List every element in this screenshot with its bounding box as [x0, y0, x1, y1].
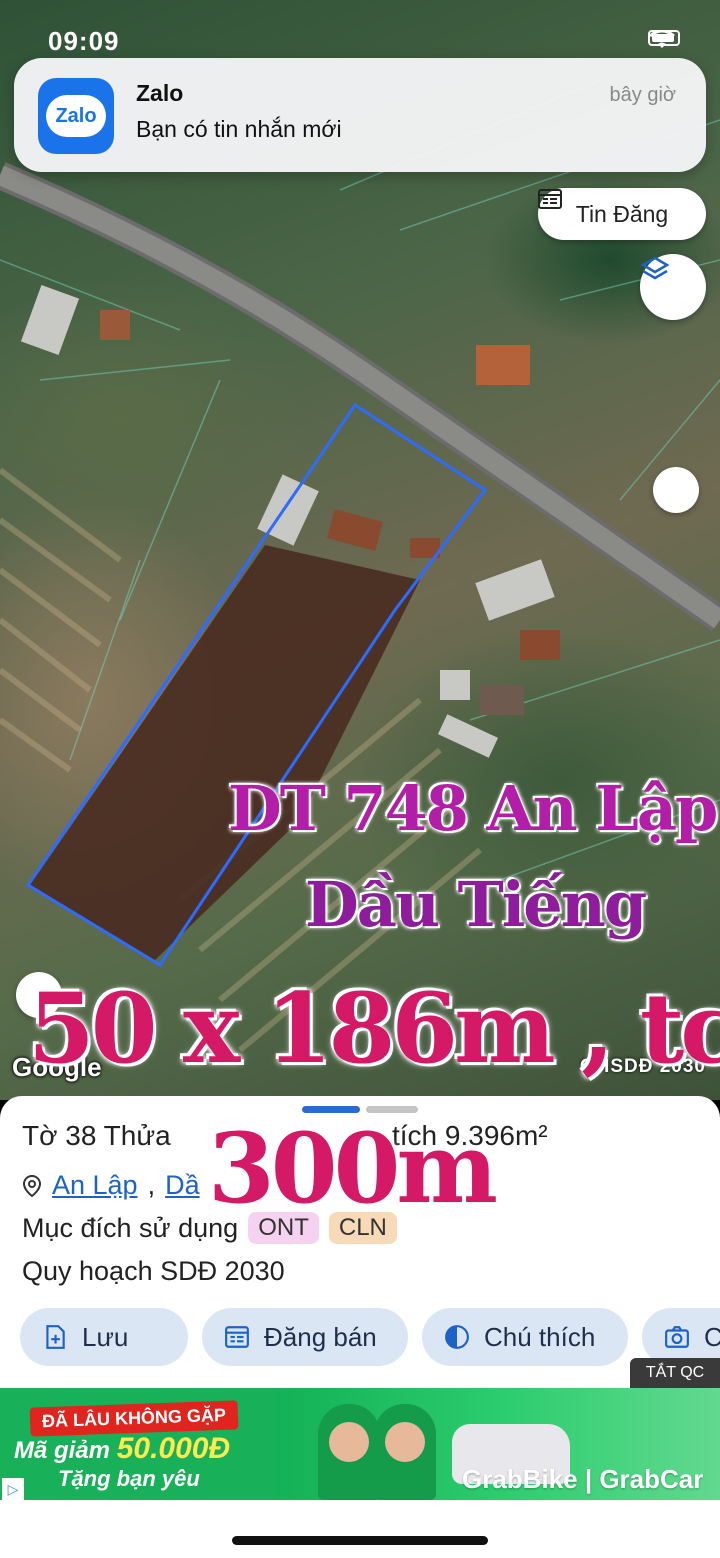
notification-message: Bạn có tin nhắn mới: [136, 116, 342, 142]
zalo-notification[interactable]: Zalo Zalo Bạn có tin nhắn mới bây giờ: [14, 58, 706, 172]
ad-promo-value: 50.000Đ: [116, 1432, 231, 1465]
status-time: 09:09: [48, 26, 120, 56]
overlay-text-dimensions: 50 x 186m , tc: [28, 972, 720, 1085]
layers-button[interactable]: [640, 254, 706, 320]
ad-brand: GrabBike | GrabCar: [462, 1464, 704, 1494]
legend-label: Chú thích: [484, 1321, 596, 1352]
overlay-text-length: 300m: [208, 1112, 498, 1225]
action-bar: Lưu Đăng bán Chú thích C: [20, 1308, 720, 1366]
tin-dang-button[interactable]: Tin Đăng: [538, 188, 706, 240]
ad-banner[interactable]: ĐÃ LÂU KHÔNG GẶP Mã giảm 50.000Đ Tặng bạ…: [0, 1388, 720, 1500]
post-sale-button[interactable]: Đăng bán: [202, 1308, 408, 1366]
close-ad-button[interactable]: TẮT QC: [630, 1358, 720, 1388]
post-sale-label: Đăng bán: [264, 1321, 377, 1352]
notification-app-name: Zalo: [136, 80, 184, 106]
ad-subtext: Tặng bạn yêu: [58, 1466, 200, 1491]
location-link-commune[interactable]: An Lập: [52, 1170, 138, 1201]
capture-label: C: [704, 1321, 720, 1352]
ad-promo-text: Mã giảm 50.000Đ: [14, 1432, 230, 1466]
save-button[interactable]: Lưu: [20, 1308, 188, 1366]
screen: 09:09 Tin Đăng Google QHSDĐ 2030 Zalo Za…: [0, 0, 720, 1558]
calendar-list-icon: [538, 189, 562, 209]
battery-icon: [648, 30, 680, 46]
status-icons: [648, 30, 680, 48]
home-indicator[interactable]: [232, 1536, 488, 1545]
parcel-title: Tờ 38 Thửa tích 9.396m²: [22, 1120, 548, 1152]
sheet-lot-label: Tờ 38 Thửa: [22, 1120, 171, 1151]
location-row: An Lập, Dầ: [22, 1170, 200, 1201]
listing-icon: [225, 1326, 249, 1348]
map-control-button[interactable]: [653, 467, 699, 513]
layers-icon: [640, 256, 670, 280]
home-indicator-area: [0, 1500, 720, 1558]
add-document-icon: [46, 1325, 65, 1349]
plan-label: Quy hoạch SDĐ 2030: [22, 1256, 285, 1286]
location-link-district[interactable]: Dầ: [165, 1170, 200, 1201]
purpose-label: Mục đích sử dụng: [22, 1212, 239, 1243]
ad-person-figure: [374, 1404, 436, 1500]
ad-person-figure: [318, 1404, 380, 1500]
notification-time: bây giờ: [609, 84, 676, 106]
zalo-logo-text: Zalo: [46, 95, 106, 137]
ad-info-icon[interactable]: ▷: [2, 1478, 24, 1500]
legend-button[interactable]: Chú thích: [422, 1308, 628, 1366]
contrast-icon: [445, 1325, 469, 1349]
overlay-text-district: Dầu Tiếng: [305, 868, 647, 941]
location-separator: ,: [147, 1170, 156, 1200]
camera-icon: [665, 1326, 689, 1348]
tin-dang-label: Tin Đăng: [575, 200, 669, 227]
ad-promo-prefix: Mã giảm: [14, 1437, 111, 1464]
save-label: Lưu: [82, 1321, 129, 1352]
zalo-app-icon: Zalo: [38, 78, 114, 154]
overlay-text-road: DT 748 An Lập ,: [228, 772, 720, 845]
pin-icon: [22, 1174, 42, 1197]
